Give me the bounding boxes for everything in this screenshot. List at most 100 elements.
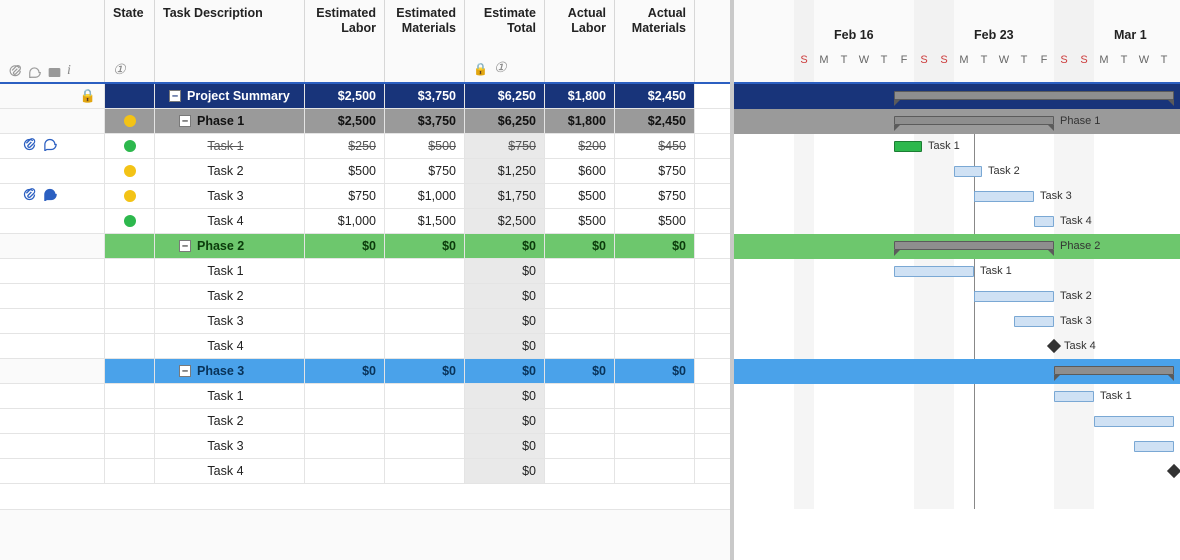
gantt-task-bar[interactable]: [974, 191, 1034, 202]
description-cell[interactable]: Task 3: [155, 184, 305, 208]
est-labor-cell[interactable]: $0: [305, 359, 385, 383]
attachment-icon[interactable]: [22, 137, 37, 155]
description-cell[interactable]: Task 3: [155, 434, 305, 458]
est-total-cell[interactable]: $0: [465, 434, 545, 458]
est-materials-cell[interactable]: $3,750: [385, 84, 465, 108]
description-cell[interactable]: Task 1: [155, 134, 305, 158]
est-labor-cell[interactable]: [305, 459, 385, 483]
est-materials-cell[interactable]: [385, 284, 465, 308]
actual-materials-cell[interactable]: $750: [615, 159, 695, 183]
actual-materials-cell[interactable]: [615, 409, 695, 433]
est-materials-cell[interactable]: $0: [385, 359, 465, 383]
state-cell[interactable]: [105, 184, 155, 208]
collapse-toggle[interactable]: –: [179, 240, 191, 252]
attachment-icon[interactable]: [22, 187, 37, 205]
state-cell[interactable]: [105, 84, 155, 108]
est-total-cell[interactable]: $6,250: [465, 84, 545, 108]
est-materials-cell[interactable]: [385, 334, 465, 358]
est-labor-cell[interactable]: $0: [305, 234, 385, 258]
actual-labor-cell[interactable]: $500: [545, 184, 615, 208]
actual-labor-cell[interactable]: $0: [545, 234, 615, 258]
actual-labor-cell[interactable]: [545, 284, 615, 308]
est-total-cell[interactable]: $0: [465, 384, 545, 408]
gantt-task-bar[interactable]: [1094, 416, 1174, 427]
phase-row[interactable]: –Phase 1$2,500$3,750$6,250$1,800$2,450: [0, 109, 730, 134]
actual-materials-cell[interactable]: [615, 434, 695, 458]
description-cell[interactable]: –Phase 3: [155, 359, 305, 383]
task-row[interactable]: Task 4$1,000$1,500$2,500$500$500: [0, 209, 730, 234]
est-materials-column-header[interactable]: Estimated Materials: [385, 0, 465, 82]
gantt-summary-bar[interactable]: [894, 91, 1174, 100]
est-labor-cell[interactable]: $250: [305, 134, 385, 158]
actual-labor-cell[interactable]: [545, 309, 615, 333]
actual-materials-cell[interactable]: [615, 309, 695, 333]
est-total-cell[interactable]: $0: [465, 334, 545, 358]
actual-materials-cell[interactable]: [615, 284, 695, 308]
actual-labor-cell[interactable]: $1,800: [545, 84, 615, 108]
actual-labor-cell[interactable]: [545, 259, 615, 283]
state-cell[interactable]: [105, 434, 155, 458]
description-cell[interactable]: Task 4: [155, 334, 305, 358]
est-labor-cell[interactable]: $500: [305, 159, 385, 183]
gantt-task-bar[interactable]: [894, 266, 974, 277]
est-total-cell[interactable]: $2,500: [465, 209, 545, 233]
task-row[interactable]: Task 3 $0: [0, 434, 730, 459]
state-cell[interactable]: [105, 284, 155, 308]
description-cell[interactable]: –Project Summary: [155, 84, 305, 108]
actual-materials-cell[interactable]: $0: [615, 234, 695, 258]
est-total-cell[interactable]: $1,750: [465, 184, 545, 208]
task-row[interactable]: Task 2$500$750$1,250$600$750: [0, 159, 730, 184]
est-labor-column-header[interactable]: Estimated Labor: [305, 0, 385, 82]
est-materials-cell[interactable]: $1,500: [385, 209, 465, 233]
est-total-cell[interactable]: $0: [465, 234, 545, 258]
task-row[interactable]: Task 1$0: [0, 259, 730, 284]
task-row[interactable]: Task 4$0: [0, 459, 730, 484]
est-total-cell[interactable]: $0: [465, 284, 545, 308]
actual-materials-cell[interactable]: $450: [615, 134, 695, 158]
est-total-cell[interactable]: $0: [465, 409, 545, 433]
est-total-cell[interactable]: $750: [465, 134, 545, 158]
est-materials-cell[interactable]: $500: [385, 134, 465, 158]
gantt-summary-bar[interactable]: [1054, 366, 1174, 375]
actual-materials-cell[interactable]: $500: [615, 209, 695, 233]
est-labor-cell[interactable]: [305, 284, 385, 308]
est-materials-cell[interactable]: $3,750: [385, 109, 465, 133]
est-total-cell[interactable]: $1,250: [465, 159, 545, 183]
state-cell[interactable]: [105, 309, 155, 333]
task-row[interactable]: Task 3$750$1,000$1,750$500$750: [0, 184, 730, 209]
est-labor-cell[interactable]: [305, 259, 385, 283]
est-materials-cell[interactable]: [385, 384, 465, 408]
est-materials-cell[interactable]: $750: [385, 159, 465, 183]
description-cell[interactable]: –Phase 1: [155, 109, 305, 133]
actual-materials-cell[interactable]: [615, 259, 695, 283]
gantt-chart[interactable]: Feb 16Feb 23Mar 1 SMTWTFSSMTWTFSSMTWTFSS…: [730, 0, 1180, 560]
est-labor-cell[interactable]: [305, 384, 385, 408]
gantt-task-bar[interactable]: [974, 291, 1054, 302]
gantt-task-bar[interactable]: [1014, 316, 1054, 327]
est-total-cell[interactable]: $0: [465, 309, 545, 333]
state-cell[interactable]: [105, 109, 155, 133]
description-cell[interactable]: Task 1: [155, 259, 305, 283]
collapse-toggle[interactable]: –: [179, 365, 191, 377]
est-materials-cell[interactable]: [385, 434, 465, 458]
description-cell[interactable]: –Phase 2: [155, 234, 305, 258]
est-materials-cell[interactable]: $0: [385, 234, 465, 258]
actual-labor-cell[interactable]: $500: [545, 209, 615, 233]
gantt-summary-bar[interactable]: [894, 241, 1054, 250]
gantt-task-bar[interactable]: [1134, 441, 1174, 452]
state-cell[interactable]: [105, 234, 155, 258]
state-cell[interactable]: [105, 459, 155, 483]
actual-labor-column-header[interactable]: Actual Labor: [545, 0, 615, 82]
description-cell[interactable]: Task 2: [155, 159, 305, 183]
comment-icon[interactable]: [43, 138, 58, 154]
state-cell[interactable]: [105, 384, 155, 408]
task-row[interactable]: Task 1$0: [0, 384, 730, 409]
actual-materials-cell[interactable]: $750: [615, 184, 695, 208]
est-materials-cell[interactable]: [385, 409, 465, 433]
est-materials-cell[interactable]: [385, 309, 465, 333]
state-cell[interactable]: [105, 409, 155, 433]
est-materials-cell[interactable]: [385, 459, 465, 483]
actual-labor-cell[interactable]: [545, 434, 615, 458]
est-labor-cell[interactable]: [305, 409, 385, 433]
actual-materials-cell[interactable]: $0: [615, 359, 695, 383]
